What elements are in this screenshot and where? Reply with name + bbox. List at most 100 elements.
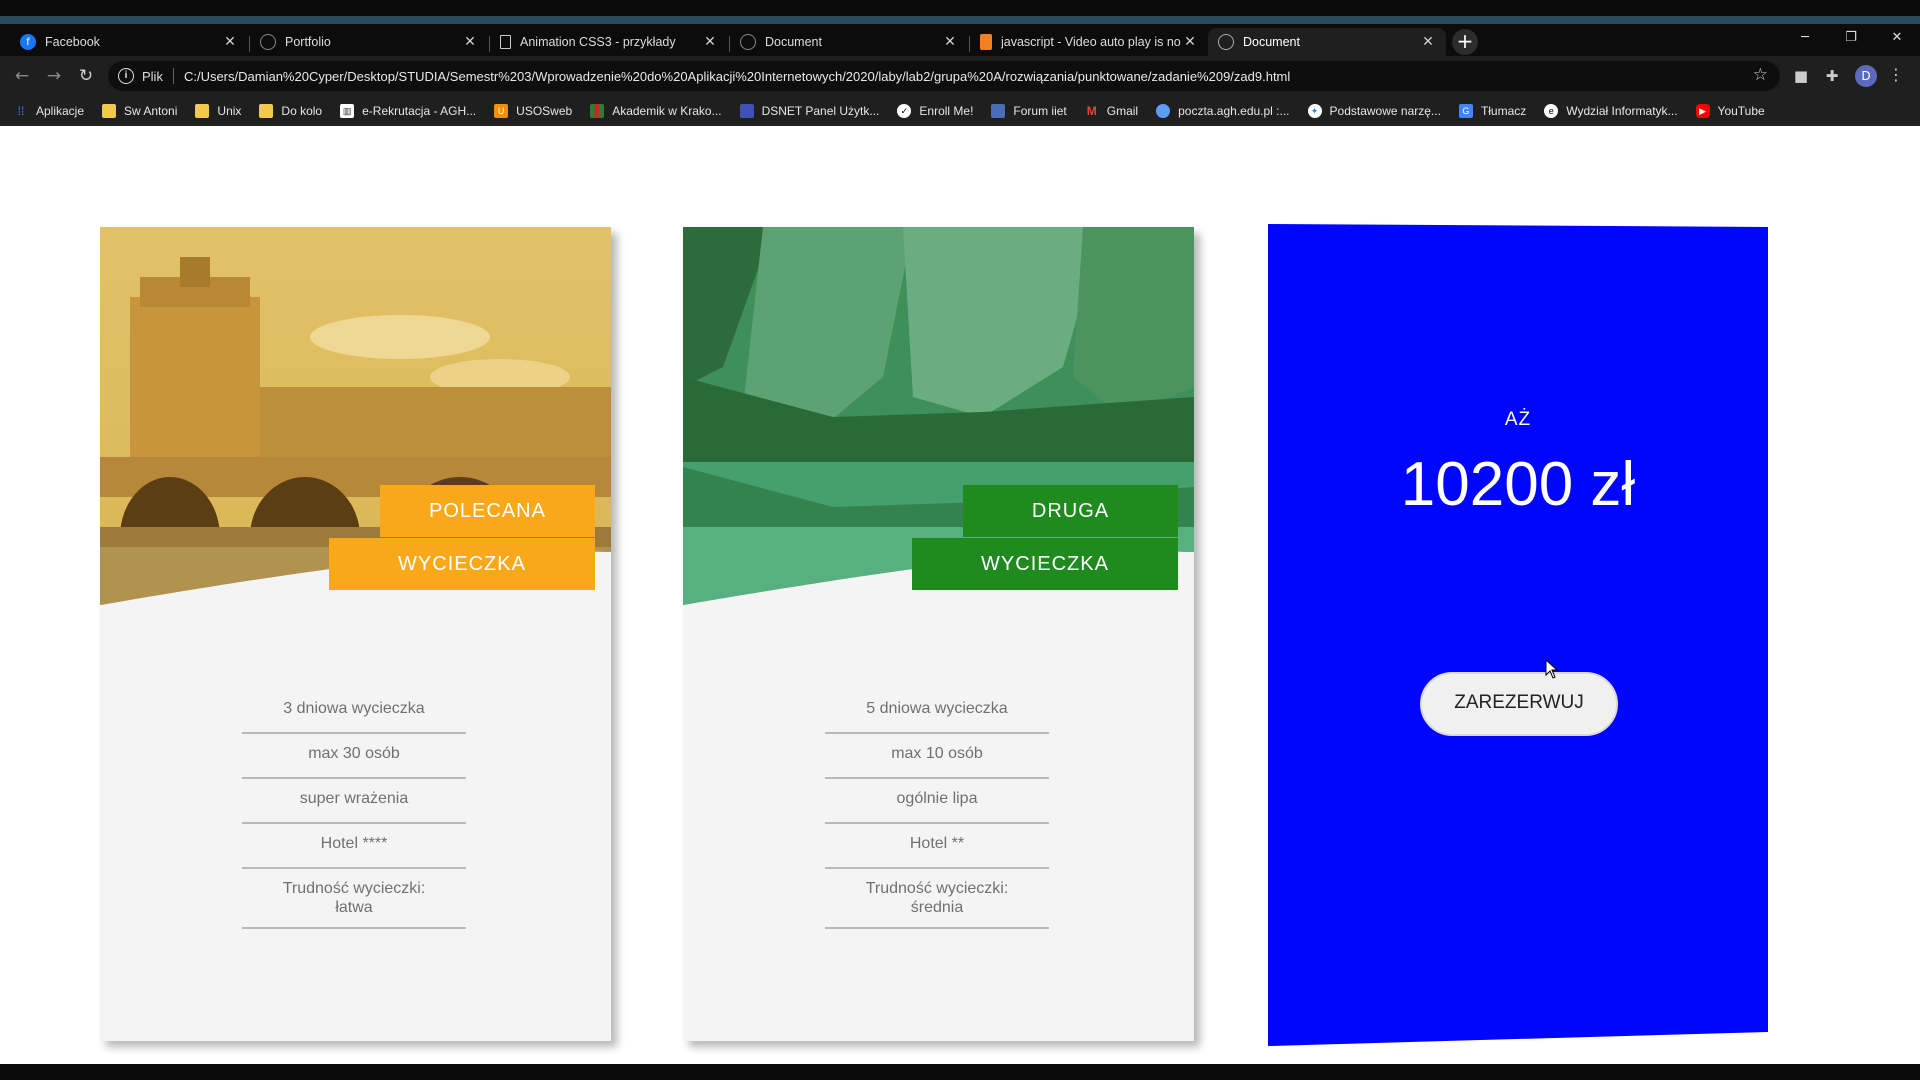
bookmark-do-kolo[interactable]: Do kolo [259, 104, 322, 118]
ribbon-bottom-label: WYCIECZKA [912, 538, 1178, 590]
difficulty-item: Trudność wycieczki: średnia [825, 869, 1049, 929]
stackoverflow-icon [980, 34, 992, 50]
ribbon-top-label: DRUGA [963, 485, 1178, 537]
feature-item: ogólnie lipa [825, 779, 1049, 824]
forward-icon[interactable]: → [42, 64, 66, 88]
globe-icon [260, 34, 276, 50]
new-tab-button[interactable]: + [1452, 29, 1478, 55]
tab-title: Portfolio [285, 35, 331, 49]
price-prefix: AŻ [1504, 409, 1532, 430]
reload-icon[interactable]: ↻ [74, 64, 98, 88]
bookmark-usosweb[interactable]: U USOSweb [494, 104, 572, 118]
feature-item: Hotel **** [242, 824, 466, 869]
tab-title: Document [765, 35, 822, 49]
youtube-icon: ▶ [1695, 104, 1710, 118]
globe-icon [1218, 34, 1234, 50]
ribbon-top-label: POLECANA [380, 485, 595, 537]
menu-icon[interactable]: ⋮ [1888, 65, 1904, 84]
feature-list: 5 dniowa wycieczka max 10 osób ogólnie l… [825, 694, 1049, 929]
difficulty-value: łatwa [335, 899, 373, 916]
minimize-icon[interactable]: ─ [1782, 24, 1828, 52]
mouse-cursor-icon [1545, 659, 1559, 679]
tab-document-active[interactable]: Document ✕ [1208, 28, 1446, 56]
brackets-icon [500, 35, 511, 49]
difficulty-item: Trudność wycieczki: łatwa [242, 869, 466, 929]
bookmark-youtube[interactable]: ▶ YouTube [1695, 104, 1765, 118]
bookmark-star-icon[interactable]: ☆ [1753, 65, 1768, 85]
difficulty-label: Trudność wycieczki: [282, 880, 426, 897]
bookmark-label: Unix [217, 104, 242, 118]
bookmark-forum-iiet[interactable]: Forum iiet [991, 104, 1067, 118]
bookmark-akademik[interactable]: Akademik w Krako... [590, 104, 722, 118]
url-text[interactable]: C:/Users/Damian%20Cyper/Desktop/STUDIA/S… [184, 69, 1290, 84]
bookmark-label: Gmail [1106, 104, 1139, 118]
tab-title: Document [1243, 35, 1300, 49]
bookmark-label: Tłumacz [1480, 104, 1527, 118]
info-icon[interactable]: i [118, 68, 134, 84]
tab-document-1[interactable]: Document ✕ [730, 28, 968, 56]
dsnet-icon [739, 104, 754, 118]
feature-item: max 30 osób [242, 734, 466, 779]
bookmark-label: e-Rekrutacja - AGH... [362, 104, 477, 118]
bookmark-e-rekrutacja[interactable]: ▥ e-Rekrutacja - AGH... [340, 104, 476, 118]
tab-portfolio[interactable]: Portfolio ✕ [250, 28, 488, 56]
feature-item: Hotel ** [825, 824, 1049, 869]
globe-icon [740, 34, 756, 50]
reserve-button[interactable]: ZAREZERWUJ [1420, 672, 1618, 736]
toolbar: ← → ↻ i Plik C:/Users/Damian%20Cyper/Des… [0, 56, 1920, 96]
bookmarks-bar: ⁞⁞ Aplikacje Sw Antoni Unix Do kolo ▥ e-Re… [0, 96, 1920, 126]
window-accent-bar [0, 16, 1920, 24]
bookmark-label: Sw Antoni [124, 104, 178, 118]
close-icon[interactable]: ✕ [942, 34, 958, 50]
apps-grid-icon: ⁞⁞ [17, 104, 25, 118]
close-icon[interactable]: ✕ [1182, 34, 1198, 50]
offer-card: AŻ 10200 zł ZAREZERWUJ [1268, 224, 1768, 1046]
feature-item: 3 dniowa wycieczka [242, 694, 466, 734]
tools-icon: ✦ [1307, 104, 1322, 118]
page-viewport: POLECANA WYCIECZKA 3 dniowa wycieczka ma… [0, 126, 1920, 1064]
enroll-icon: ✓ [897, 104, 912, 118]
feature-list: 3 dniowa wycieczka max 30 osób super wra… [242, 694, 466, 929]
scheme-label: Plik [142, 68, 163, 84]
trip-card-druga: DRUGA WYCIECZKA 5 dniowa wycieczka max 1… [683, 227, 1194, 1041]
bookmark-label: Forum iiet [1013, 104, 1067, 118]
bookmark-gmail[interactable]: M Gmail [1085, 104, 1138, 118]
bookmark-tlumacz[interactable]: G Tłumacz [1458, 104, 1527, 118]
extensions-puzzle-icon[interactable]: ✚ [1822, 66, 1842, 86]
tab-title: Facebook [45, 35, 100, 49]
agh-icon: ▥ [340, 104, 355, 118]
bookmark-sw-antoni[interactable]: Sw Antoni [102, 104, 177, 118]
close-icon[interactable]: ✕ [462, 34, 478, 50]
profile-avatar[interactable]: D [1855, 65, 1877, 87]
folder-icon [195, 104, 210, 118]
tab-title: javascript - Video auto play is no [1001, 35, 1181, 49]
bookmark-label: Do kolo [281, 104, 323, 118]
bookmark-enroll-me[interactable]: ✓ Enroll Me! [897, 104, 973, 118]
bookmark-wydzial[interactable]: e Wydział Informatyk... [1544, 104, 1678, 118]
bookmark-podstawowe[interactable]: ✦ Podstawowe narzę... [1307, 104, 1441, 118]
window-close-icon[interactable]: ✕ [1874, 24, 1920, 52]
bookmark-poczta-agh[interactable]: poczta.agh.edu.pl :... [1156, 104, 1290, 118]
back-icon[interactable]: ← [10, 64, 34, 88]
tab-facebook[interactable]: f Facebook ✕ [10, 28, 248, 56]
gmail-icon: M [1086, 104, 1097, 118]
window-top-strip [0, 0, 1920, 24]
restore-icon[interactable]: ❐ [1828, 24, 1874, 52]
bookmark-aplikacje[interactable]: ⁞⁞ Aplikacje [14, 104, 84, 118]
tab-stackoverflow[interactable]: javascript - Video auto play is no ✕ [970, 28, 1208, 56]
extension-icon[interactable]: ■ [1791, 66, 1811, 86]
forum-icon [991, 104, 1006, 118]
close-icon[interactable]: ✕ [222, 34, 238, 50]
close-icon[interactable]: ✕ [1420, 34, 1436, 50]
bookmark-label: YouTube [1717, 104, 1765, 118]
feature-item: super wrażenia [242, 779, 466, 824]
bookmark-unix[interactable]: Unix [195, 104, 241, 118]
address-bar[interactable]: i Plik C:/Users/Damian%20Cyper/Desktop/S… [108, 61, 1780, 91]
tab-animation-css3[interactable]: Animation CSS3 - przykłady ✕ [490, 28, 728, 56]
bookmark-dsnet[interactable]: DSNET Panel Użytk... [739, 104, 879, 118]
tab-strip: f Facebook ✕ Portfolio ✕ Animation CSS3 … [0, 24, 1920, 56]
folder-icon [259, 104, 274, 118]
ribbon-bottom-label: WYCIECZKA [329, 538, 595, 590]
bookmark-label: USOSweb [516, 104, 573, 118]
close-icon[interactable]: ✕ [702, 34, 718, 50]
